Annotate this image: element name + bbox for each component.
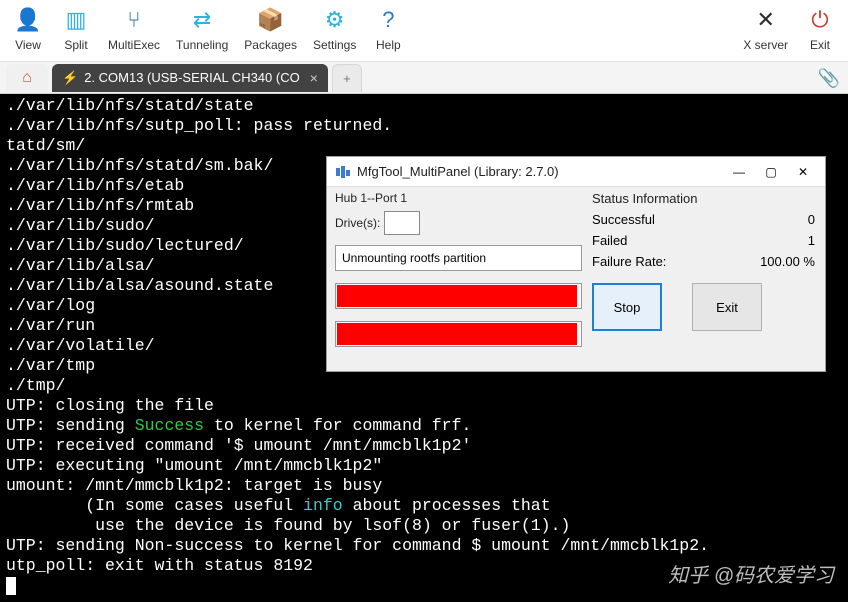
status-key: Successful [592, 212, 655, 227]
multiexec-icon: ⑂ [118, 4, 150, 36]
packages-button[interactable]: 📦 Packages [236, 2, 305, 52]
help-icon: ? [372, 4, 404, 36]
terminal-line: ./tmp/ [6, 376, 842, 396]
xserver-button[interactable]: ✕ X server [735, 2, 796, 52]
dialog-exit-button[interactable]: Exit [692, 283, 762, 331]
help-button[interactable]: ? Help [364, 2, 412, 52]
status-value: 1 [808, 233, 815, 248]
xserver-icon: ✕ [750, 4, 782, 36]
maximize-button[interactable]: ▢ [755, 160, 787, 184]
toolbar-label: Tunneling [176, 38, 228, 52]
drives-label: Drive(s): [335, 216, 380, 230]
terminal-line: UTP: closing the file [6, 396, 842, 416]
mfgtool-dialog: MfgTool_MultiPanel (Library: 2.7.0) — ▢ … [326, 156, 826, 372]
new-tab-button[interactable]: + [332, 64, 362, 92]
status-value: 0 [808, 212, 815, 227]
terminal-line: UTP: sending Success to kernel for comma… [6, 416, 842, 436]
cursor [6, 577, 16, 595]
app-icon [335, 164, 351, 180]
minimize-button[interactable]: — [723, 160, 755, 184]
progress-bar-2 [335, 321, 582, 347]
toolbar-label: Packages [244, 38, 297, 52]
active-tab[interactable]: ⚡ 2. COM13 (USB-SERIAL CH340 (CO × [52, 64, 328, 92]
tunneling-icon: ⇄ [186, 4, 218, 36]
packages-icon: 📦 [255, 4, 287, 36]
exit-button[interactable]: ⏻ Exit [796, 2, 844, 52]
view-icon: 👤 [12, 4, 44, 36]
toolbar-label: Help [376, 38, 401, 52]
attachment-icon[interactable]: 📎 [818, 68, 840, 89]
session-icon: ⚡ [62, 70, 78, 86]
watermark: 知乎 @码农爱学习 [668, 566, 834, 586]
status-row: Failure Rate: 100.00 % [592, 254, 815, 269]
close-button[interactable]: ✕ [787, 160, 819, 184]
progress-bar-1 [335, 283, 582, 309]
status-row: Failed 1 [592, 233, 815, 248]
operation-status: Unmounting rootfs partition [335, 245, 582, 271]
terminal-line: UTP: executing "umount /mnt/mmcblk1p2" [6, 456, 842, 476]
terminal-line: UTP: received command '$ umount /mnt/mmc… [6, 436, 842, 456]
toolbar-label: Settings [313, 38, 356, 52]
toolbar-label: View [15, 38, 41, 52]
status-row: Successful 0 [592, 212, 815, 227]
terminal-line: (In some cases useful info about process… [6, 496, 842, 516]
main-toolbar: 👤 View ▥ Split ⑂ MultiExec ⇄ Tunneling 📦 Packages… [0, 0, 848, 62]
split-button[interactable]: ▥ Split [52, 2, 100, 52]
tab-label: 2. COM13 (USB-SERIAL CH340 (CO [84, 70, 300, 85]
drives-field[interactable] [384, 211, 420, 235]
tab-bar: ⌂ ⚡ 2. COM13 (USB-SERIAL CH340 (CO × + 📎 [0, 62, 848, 94]
toolbar-label: Split [64, 38, 87, 52]
settings-icon: ⚙ [319, 4, 351, 36]
multiexec-button[interactable]: ⑂ MultiExec [100, 2, 168, 52]
home-icon: ⌂ [22, 69, 32, 87]
toolbar-label: X server [743, 38, 788, 52]
hub-label: Hub 1--Port 1 [335, 191, 582, 205]
home-tab[interactable]: ⌂ [6, 64, 48, 92]
settings-button[interactable]: ⚙ Settings [305, 2, 364, 52]
status-key: Failure Rate: [592, 254, 666, 269]
split-icon: ▥ [60, 4, 92, 36]
terminal-line: UTP: sending Non-success to kernel for c… [6, 536, 842, 556]
dialog-titlebar[interactable]: MfgTool_MultiPanel (Library: 2.7.0) — ▢ … [327, 157, 825, 187]
view-button[interactable]: 👤 View [4, 2, 52, 52]
status-header: Status Information [592, 191, 815, 206]
status-key: Failed [592, 233, 627, 248]
terminal-line: ./var/lib/nfs/statd/state [6, 96, 842, 116]
terminal-line: tatd/sm/ [6, 136, 842, 156]
plus-icon: + [343, 71, 351, 86]
terminal-line: use the device is found by lsof(8) or fu… [6, 516, 842, 536]
exit-icon: ⏻ [804, 4, 836, 36]
stop-button[interactable]: Stop [592, 283, 662, 331]
toolbar-label: MultiExec [108, 38, 160, 52]
toolbar-label: Exit [810, 38, 830, 52]
dialog-title: MfgTool_MultiPanel (Library: 2.7.0) [357, 164, 559, 179]
terminal-line: umount: /mnt/mmcblk1p2: target is busy [6, 476, 842, 496]
status-value: 100.00 % [760, 254, 815, 269]
close-icon[interactable]: × [310, 70, 318, 86]
terminal-line: ./var/lib/nfs/sutp_poll: pass returned. [6, 116, 842, 136]
tunneling-button[interactable]: ⇄ Tunneling [168, 2, 236, 52]
